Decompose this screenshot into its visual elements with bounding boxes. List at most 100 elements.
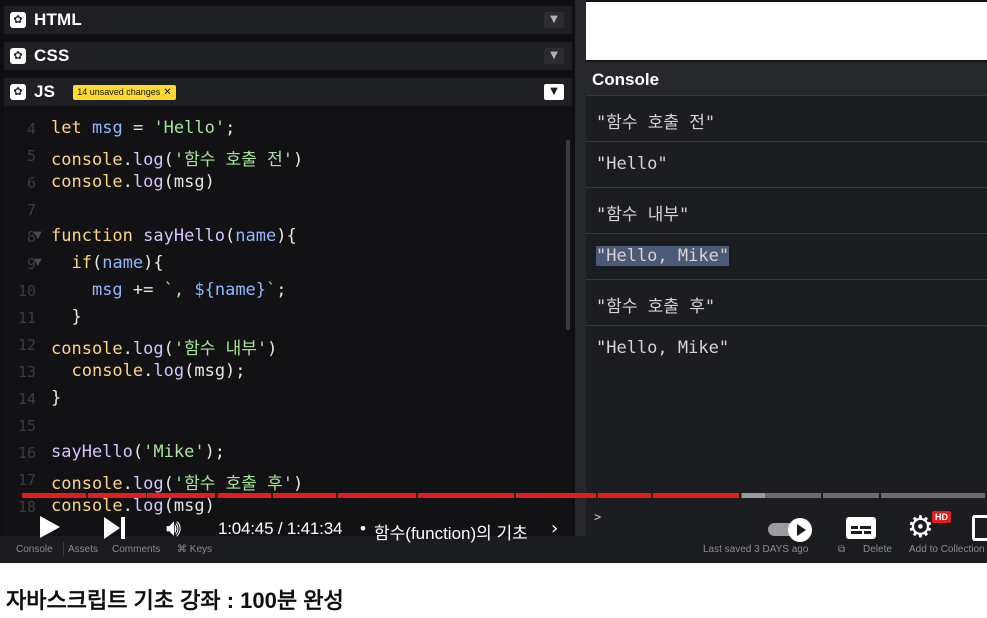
line-number: 13 [17,363,36,381]
delete-button[interactable]: Delete [863,544,892,555]
buffered-segment [741,493,765,498]
played-segment [22,493,86,498]
code-line: 5 console.log('함수 호출 전') [4,145,564,172]
console-entry: "Hello, Mike" [586,234,987,280]
played-segment [218,493,271,498]
code-line: 7 [4,199,564,226]
console-entry-text: "Hello" [596,154,668,174]
external-link-icon[interactable]: ⧉ [838,544,845,555]
console-entry-text-selected[interactable]: "Hello, Mike" [596,246,730,266]
played-segment [88,493,146,498]
played-segment [273,493,336,498]
line-number: 11 [17,309,36,327]
chapter-segment[interactable] [881,493,985,498]
code-text: if(name){ [71,253,164,273]
progress-bar[interactable] [22,493,987,498]
code-text: console.log(msg) [51,172,215,192]
line-number: 6 [26,174,36,192]
code-line: 9 ▼ if(name){ [4,253,564,280]
console-entry: "Hello, Mike" [586,326,987,372]
line-number: 8 [26,228,36,246]
console-entry: "함수 호출 전" [586,96,987,142]
code-text: console.log(msg) [51,496,215,516]
hd-badge: HD [932,511,951,523]
played-segment [418,493,514,498]
html-panel-header[interactable]: ✿ HTML ▼ [4,6,572,34]
played-segment [516,493,596,498]
code-line: 15 [4,415,564,442]
code-line: 4 let msg = 'Hello'; [4,118,564,145]
code-line: 12 console.log('함수 내부') [4,334,564,361]
settings-icon[interactable]: ⚙ [907,513,934,543]
fold-arrow-icon[interactable]: ▼ [34,257,42,268]
line-number: 17 [17,471,36,489]
played-segment [653,493,739,498]
editor-scrollbar[interactable] [566,140,570,330]
chevron-down-icon[interactable]: ▼ [544,48,564,64]
gear-icon[interactable]: ✿ [10,12,26,28]
console-entry: "함수 내부" [586,188,987,234]
gear-icon[interactable]: ✿ [10,48,26,64]
code-line: 8 ▼ function sayHello(name){ [4,226,564,253]
console-prompt[interactable]: > [594,510,601,524]
console-header: Console [586,62,987,96]
line-number: 10 [17,282,36,300]
last-saved-text: Last saved 3 DAYS ago [703,544,809,555]
captions-icon[interactable] [846,517,876,539]
code-line: 14 } [4,388,564,415]
footer-tab-comments[interactable]: Comments [112,544,160,555]
line-number: 14 [17,390,36,408]
code-text: sayHello('Mike'); [51,442,226,462]
css-panel-header[interactable]: ✿ CSS ▼ [4,42,572,70]
console-entry-text: "함수 호출 후" [596,297,716,317]
line-number: 12 [17,336,36,354]
line-number: 7 [26,201,36,219]
time-display: 1:04:45 / 1:41:34 [218,519,343,538]
js-code-editor[interactable]: 4 let msg = 'Hello'; 5 console.log('함수 호… [4,106,572,536]
result-preview [586,2,987,60]
console-title: Console [592,70,660,89]
chevron-down-icon[interactable]: ▼ [544,84,564,100]
gear-icon[interactable]: ✿ [10,84,26,100]
volume-icon[interactable]: 🔊︎ [166,514,181,542]
chapter-title[interactable]: 함수(function)의 기초 [374,519,528,544]
console-entry-text: "함수 내부" [596,205,690,225]
code-text: let msg = 'Hello'; [51,118,236,138]
add-to-collection-button[interactable]: Add to Collection [909,544,985,555]
divider [63,542,64,556]
chapter-segment[interactable] [823,493,879,498]
code-text: console.log('함수 호출 전') [51,150,304,170]
badge-label: 14 unsaved changes [77,87,161,97]
unsaved-changes-badge[interactable]: 14 unsaved changes ✕ [73,84,176,100]
console-panel: Console "함수 호출 전" "Hello" "함수 내부" "Hello… [586,62,987,536]
panel-name: JS [34,82,56,101]
autoplay-toggle[interactable] [768,518,814,542]
code-text: function sayHello(name){ [51,226,297,246]
panel-name: HTML [34,10,83,29]
line-number: 18 [17,498,36,516]
footer-tab-keys[interactable]: ⌘ Keys [177,544,212,555]
played-segment [598,493,651,498]
code-text: } [71,307,82,327]
footer-tab-console[interactable]: Console [16,544,53,555]
pane-resize-handle[interactable] [575,0,586,563]
editor-column: ✿ HTML ▼ ✿ CSS ▼ ✿ JS 14 unsaved changes… [0,0,575,563]
played-segment [147,493,215,498]
line-number: 16 [17,444,36,462]
panel-name: CSS [34,46,70,65]
code-line: 16 sayHello('Mike'); [4,442,564,469]
js-panel-header[interactable]: ✿ JS 14 unsaved changes ✕ ▼ [4,78,572,106]
next-icon[interactable] [104,517,128,539]
line-number: 5 [26,147,36,165]
fullscreen-icon[interactable] [972,515,987,541]
code-text: console.log('함수 호출 후') [51,474,304,494]
fold-arrow-icon[interactable]: ▼ [34,230,42,241]
close-icon[interactable]: ✕ [163,87,171,98]
footer-tab-assets[interactable]: Assets [68,544,98,555]
console-entry-text: "Hello, Mike" [596,338,730,358]
play-icon[interactable] [40,516,60,538]
video-player[interactable]: ✿ HTML ▼ ✿ CSS ▼ ✿ JS 14 unsaved changes… [0,0,987,563]
chevron-down-icon[interactable]: ▼ [544,12,564,28]
chevron-right-icon[interactable]: › [551,518,558,539]
code-line: 13 console.log(msg); [4,361,564,388]
